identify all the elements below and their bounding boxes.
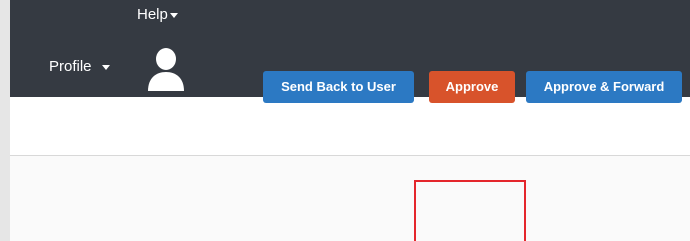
caret-down-icon <box>101 65 110 70</box>
action-bar <box>10 156 690 241</box>
approve-and-forward-button[interactable]: Approve & Forward <box>526 71 682 103</box>
secondary-bar <box>10 97 690 156</box>
app-frame: Help Profile Send Back to User Approve A… <box>10 0 690 241</box>
user-avatar-icon[interactable] <box>147 47 185 91</box>
send-back-to-user-button[interactable]: Send Back to User <box>263 71 414 103</box>
profile-menu-label: Profile <box>49 58 92 75</box>
caret-down-icon <box>169 13 178 18</box>
help-menu-label: Help <box>137 6 168 23</box>
help-menu[interactable]: Help <box>137 6 178 23</box>
approve-button[interactable]: Approve <box>429 71 515 103</box>
profile-menu[interactable]: Profile <box>49 58 110 75</box>
approve-highlight-box <box>414 180 526 241</box>
